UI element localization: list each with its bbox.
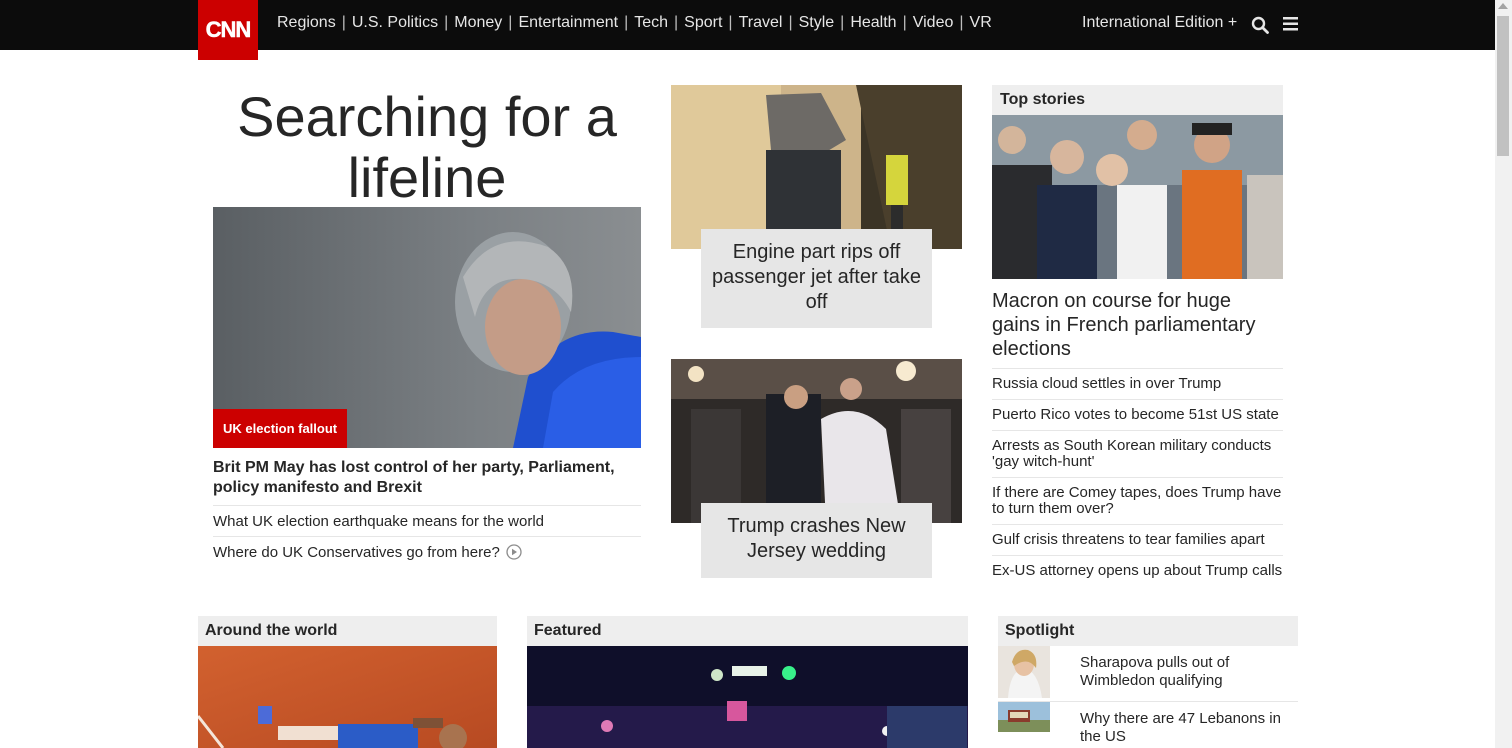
tennis-photo (198, 646, 497, 748)
list-item[interactable]: Gulf crisis threatens to tear families a… (992, 524, 1283, 555)
featured-heading: Featured (527, 616, 968, 646)
spotlight-item[interactable]: Sharapova pulls out of Wimbledon qualify… (998, 646, 1298, 701)
list-item[interactable]: Russia cloud settles in over Trump (992, 368, 1283, 399)
around-the-world-image[interactable] (198, 646, 497, 748)
main-nav: Regions | U.S. Politics | Money | Entertain… (277, 14, 992, 32)
spotlight-thumb (998, 702, 1050, 732)
nav-money[interactable]: Money (454, 14, 502, 32)
cnn-logo-mark: CNN (205, 17, 251, 43)
list-item[interactable]: Where do UK Conservatives go from here? (213, 536, 641, 567)
nav-style[interactable]: Style (799, 14, 835, 32)
wedding-caption[interactable]: Trump crashes New Jersey wedding (701, 503, 932, 578)
list-item[interactable]: If there are Comey tapes, does Trump hav… (992, 477, 1283, 524)
lead-story-title[interactable]: Brit PM May has lost control of her part… (213, 458, 641, 498)
nav-travel[interactable]: Travel (739, 14, 783, 32)
list-item[interactable]: Ex-US attorney opens up about Trump call… (992, 555, 1283, 586)
nav-sport[interactable]: Sport (684, 14, 722, 32)
top-stories-list: Russia cloud settles in over Trump Puert… (992, 368, 1283, 586)
wedding-image[interactable] (671, 359, 962, 523)
nav-entertainment[interactable]: Entertainment (518, 14, 618, 32)
spotlight-thumb (998, 646, 1050, 698)
search-icon[interactable] (1251, 16, 1269, 34)
jet-engine-caption[interactable]: Engine part rips off passenger jet after… (701, 229, 932, 328)
macron-image[interactable] (992, 115, 1283, 279)
spotlight-item[interactable]: Why there are 47 Lebanons in the US (998, 702, 1298, 748)
lead-related-list: What UK election earthquake means for th… (213, 505, 641, 567)
spotlight-item-title[interactable]: Sharapova pulls out of Wimbledon qualify… (1080, 654, 1295, 690)
scrollbar-thumb[interactable] (1497, 16, 1509, 156)
menu-icon[interactable] (1283, 17, 1298, 31)
spotlight-item-title[interactable]: Why there are 47 Lebanons in the US (1080, 710, 1295, 746)
edition-selector[interactable]: International Edition + (1082, 14, 1237, 32)
lebanon-photo (998, 702, 1050, 732)
jet-engine-photo (671, 85, 962, 249)
list-item[interactable]: Puerto Rico votes to become 51st US stat… (992, 399, 1283, 430)
list-item[interactable]: What UK election earthquake means for th… (213, 505, 641, 536)
lead-headline[interactable]: Searching for a lifeline (213, 86, 641, 208)
nav-vr[interactable]: VR (970, 14, 992, 32)
sharapova-photo (998, 646, 1050, 698)
list-item[interactable]: Arrests as South Korean military conduct… (992, 430, 1283, 477)
story-badge[interactable]: UK election fallout (213, 409, 348, 448)
video-play-icon[interactable] (506, 544, 522, 560)
nav-us-politics[interactable]: U.S. Politics (352, 14, 438, 32)
around-the-world-heading: Around the world (198, 616, 497, 646)
featured-image[interactable] (527, 646, 968, 748)
nav-tech[interactable]: Tech (634, 14, 668, 32)
nav-regions[interactable]: Regions (277, 14, 336, 32)
nav-video[interactable]: Video (913, 14, 954, 32)
nav-health[interactable]: Health (850, 14, 896, 32)
jet-engine-image[interactable] (671, 85, 962, 249)
top-story-title[interactable]: Macron on course for huge gains in Frenc… (992, 289, 1283, 361)
top-stories-heading: Top stories (992, 85, 1283, 115)
logo-text: CNN (206, 17, 251, 42)
wedding-photo (671, 359, 962, 523)
macron-photo (992, 115, 1283, 279)
featured-photo (527, 646, 968, 748)
cnn-logo[interactable]: CNN (198, 0, 258, 60)
spotlight-heading: Spotlight (998, 616, 1298, 646)
scroll-up-arrow-icon[interactable] (1498, 3, 1508, 9)
